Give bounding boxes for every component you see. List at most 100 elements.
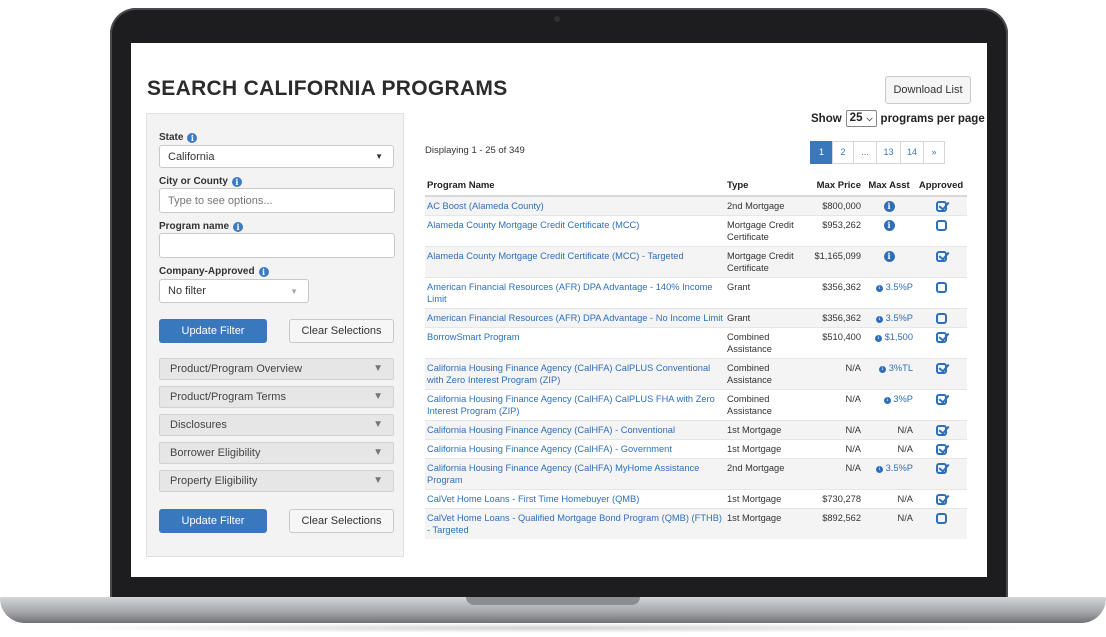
program-name-input[interactable] — [159, 233, 395, 258]
info-icon[interactable]: i — [233, 221, 244, 232]
approved-checked-icon[interactable] — [935, 394, 947, 406]
approved-checked-icon[interactable] — [935, 494, 947, 506]
type-cell: Mortgage Credit Certificate — [725, 246, 809, 278]
max-price-cell: N/A — [809, 458, 863, 490]
approved-checked-icon[interactable] — [935, 425, 947, 437]
info-icon: i — [874, 335, 882, 343]
approved-unchecked-icon[interactable] — [935, 513, 947, 525]
info-icon: i — [876, 316, 883, 324]
download-list-button[interactable]: Download List — [885, 76, 971, 104]
max-asst-cell: i 3%P — [863, 389, 915, 421]
max-asst-link[interactable]: i 3%P — [883, 394, 913, 405]
approved-checked-icon[interactable] — [935, 363, 947, 375]
type-cell: 1st Mortgage — [725, 508, 809, 540]
program-name-cell: American Financial Resources (AFR) DPA A… — [425, 277, 725, 309]
program-link[interactable]: American Financial Resources (AFR) DPA A… — [427, 282, 713, 304]
update-filter-button[interactable]: Update Filter — [159, 319, 267, 343]
approved-unchecked-icon[interactable] — [935, 220, 947, 232]
program-link[interactable]: California Housing Finance Agency (CalHF… — [427, 444, 672, 454]
section-borrower-eligibility[interactable]: Borrower Eligibility ▼ — [159, 442, 394, 464]
col-max-price[interactable]: Max Price — [809, 176, 863, 197]
col-max-asst[interactable]: Max Asst — [863, 176, 915, 197]
approved-unchecked-icon[interactable] — [935, 282, 947, 294]
company-approved-label: Company-Approved i — [159, 266, 269, 277]
table-row: Alameda County Mortgage Credit Certifica… — [425, 246, 967, 278]
col-program-name[interactable]: Program Name — [425, 176, 725, 197]
max-asst-cell: i $1,500 — [863, 327, 915, 359]
max-asst-value: 3%P — [893, 394, 913, 405]
max-asst-link[interactable]: i 3.5%P — [876, 313, 913, 324]
company-approved-label-text: Company-Approved — [159, 266, 255, 277]
section-property-eligibility[interactable]: Property Eligibility ▼ — [159, 470, 394, 492]
approved-cell — [915, 195, 967, 216]
program-link[interactable]: California Housing Finance Agency (CalHF… — [427, 363, 710, 385]
state-label-text: State — [159, 132, 184, 143]
company-approved-select[interactable]: No filter ▼ — [159, 279, 309, 303]
max-asst-value: N/A — [897, 444, 914, 455]
program-link[interactable]: Alameda County Mortgage Credit Certifica… — [427, 220, 639, 230]
program-link[interactable]: California Housing Finance Agency (CalHF… — [427, 425, 675, 435]
info-icon[interactable]: i — [883, 220, 895, 232]
program-link[interactable]: California Housing Finance Agency (CalHF… — [427, 394, 715, 416]
page-14[interactable]: 14 — [900, 141, 924, 164]
approved-cell — [915, 308, 967, 328]
max-price-cell: N/A — [809, 439, 863, 459]
program-link[interactable]: BorrowSmart Program — [427, 332, 519, 342]
table-row: BorrowSmart Program Combined Assistance $5… — [425, 327, 967, 359]
page-next[interactable]: » — [923, 141, 945, 164]
page-13[interactable]: 13 — [876, 141, 901, 164]
info-icon[interactable]: i — [231, 176, 242, 187]
screen: SEARCH CALIFORNIA PROGRAMS Download List… — [131, 43, 987, 577]
page-2[interactable]: 2 — [832, 141, 854, 164]
program-link[interactable]: CalVet Home Loans - First Time Homebuyer… — [427, 494, 639, 504]
caret-down-icon: ▼ — [373, 419, 383, 430]
approved-checked-icon[interactable] — [935, 463, 947, 475]
caret-down-icon: ▼ — [373, 475, 383, 486]
program-link[interactable]: Alameda County Mortgage Credit Certifica… — [427, 251, 684, 261]
approved-checked-icon[interactable] — [935, 251, 947, 263]
col-approved[interactable]: Approved — [915, 176, 967, 197]
section-product-overview[interactable]: Product/Program Overview ▼ — [159, 358, 394, 380]
page-ellipsis: ... — [853, 141, 877, 164]
col-type[interactable]: Type — [725, 176, 809, 197]
caret-down-icon: ▼ — [373, 391, 383, 402]
max-asst-cell: i — [863, 195, 915, 216]
approved-cell — [915, 277, 967, 309]
program-name-cell: California Housing Finance Agency (CalHF… — [425, 458, 725, 490]
program-link[interactable]: AC Boost (Alameda County) — [427, 201, 544, 211]
info-icon[interactable]: i — [883, 251, 895, 263]
section-product-terms[interactable]: Product/Program Terms ▼ — [159, 386, 394, 408]
info-icon[interactable]: i — [187, 132, 198, 143]
city-input[interactable]: Type to see options... — [159, 188, 395, 213]
type-cell: 2nd Mortgage — [725, 195, 809, 216]
info-icon[interactable]: i — [258, 266, 269, 277]
info-icon[interactable]: i — [883, 201, 895, 212]
program-name-cell: AC Boost (Alameda County) — [425, 195, 725, 216]
max-asst-cell: N/A — [863, 508, 915, 540]
max-asst-link[interactable]: i $1,500 — [874, 332, 913, 343]
program-link[interactable]: American Financial Resources (AFR) DPA A… — [427, 313, 723, 323]
max-asst-link[interactable]: i 3.5%P — [876, 463, 913, 474]
program-link[interactable]: CalVet Home Loans - Qualified Mortgage B… — [427, 513, 722, 535]
type-cell: Combined Assistance — [725, 389, 809, 421]
max-price-cell: $510,400 — [809, 327, 863, 359]
program-name-cell: Alameda County Mortgage Credit Certifica… — [425, 215, 725, 247]
max-asst-link[interactable]: i 3%TL — [879, 363, 913, 374]
max-asst-link[interactable]: i 3.5%P — [876, 282, 913, 293]
approved-checked-icon[interactable] — [935, 201, 947, 213]
state-select[interactable]: California ▼ — [159, 145, 394, 168]
clear-selections-button[interactable]: Clear Selections — [289, 319, 394, 343]
pagination: 1 2 ... 13 14 » — [810, 141, 945, 164]
clear-selections-button-bottom[interactable]: Clear Selections — [289, 509, 394, 533]
update-filter-button-bottom[interactable]: Update Filter — [159, 509, 267, 533]
page-size-select[interactable]: 25 ⌵ — [845, 110, 877, 127]
approved-unchecked-icon[interactable] — [935, 313, 947, 325]
page-1[interactable]: 1 — [810, 141, 833, 164]
program-link[interactable]: California Housing Finance Agency (CalHF… — [427, 463, 699, 485]
section-disclosures[interactable]: Disclosures ▼ — [159, 414, 394, 436]
approved-checked-icon[interactable] — [935, 444, 947, 456]
approved-checked-icon[interactable] — [935, 332, 947, 344]
max-asst-cell: i — [863, 215, 915, 247]
caret-down-icon: ▼ — [290, 286, 298, 296]
table-row: California Housing Finance Agency (CalHF… — [425, 458, 967, 490]
